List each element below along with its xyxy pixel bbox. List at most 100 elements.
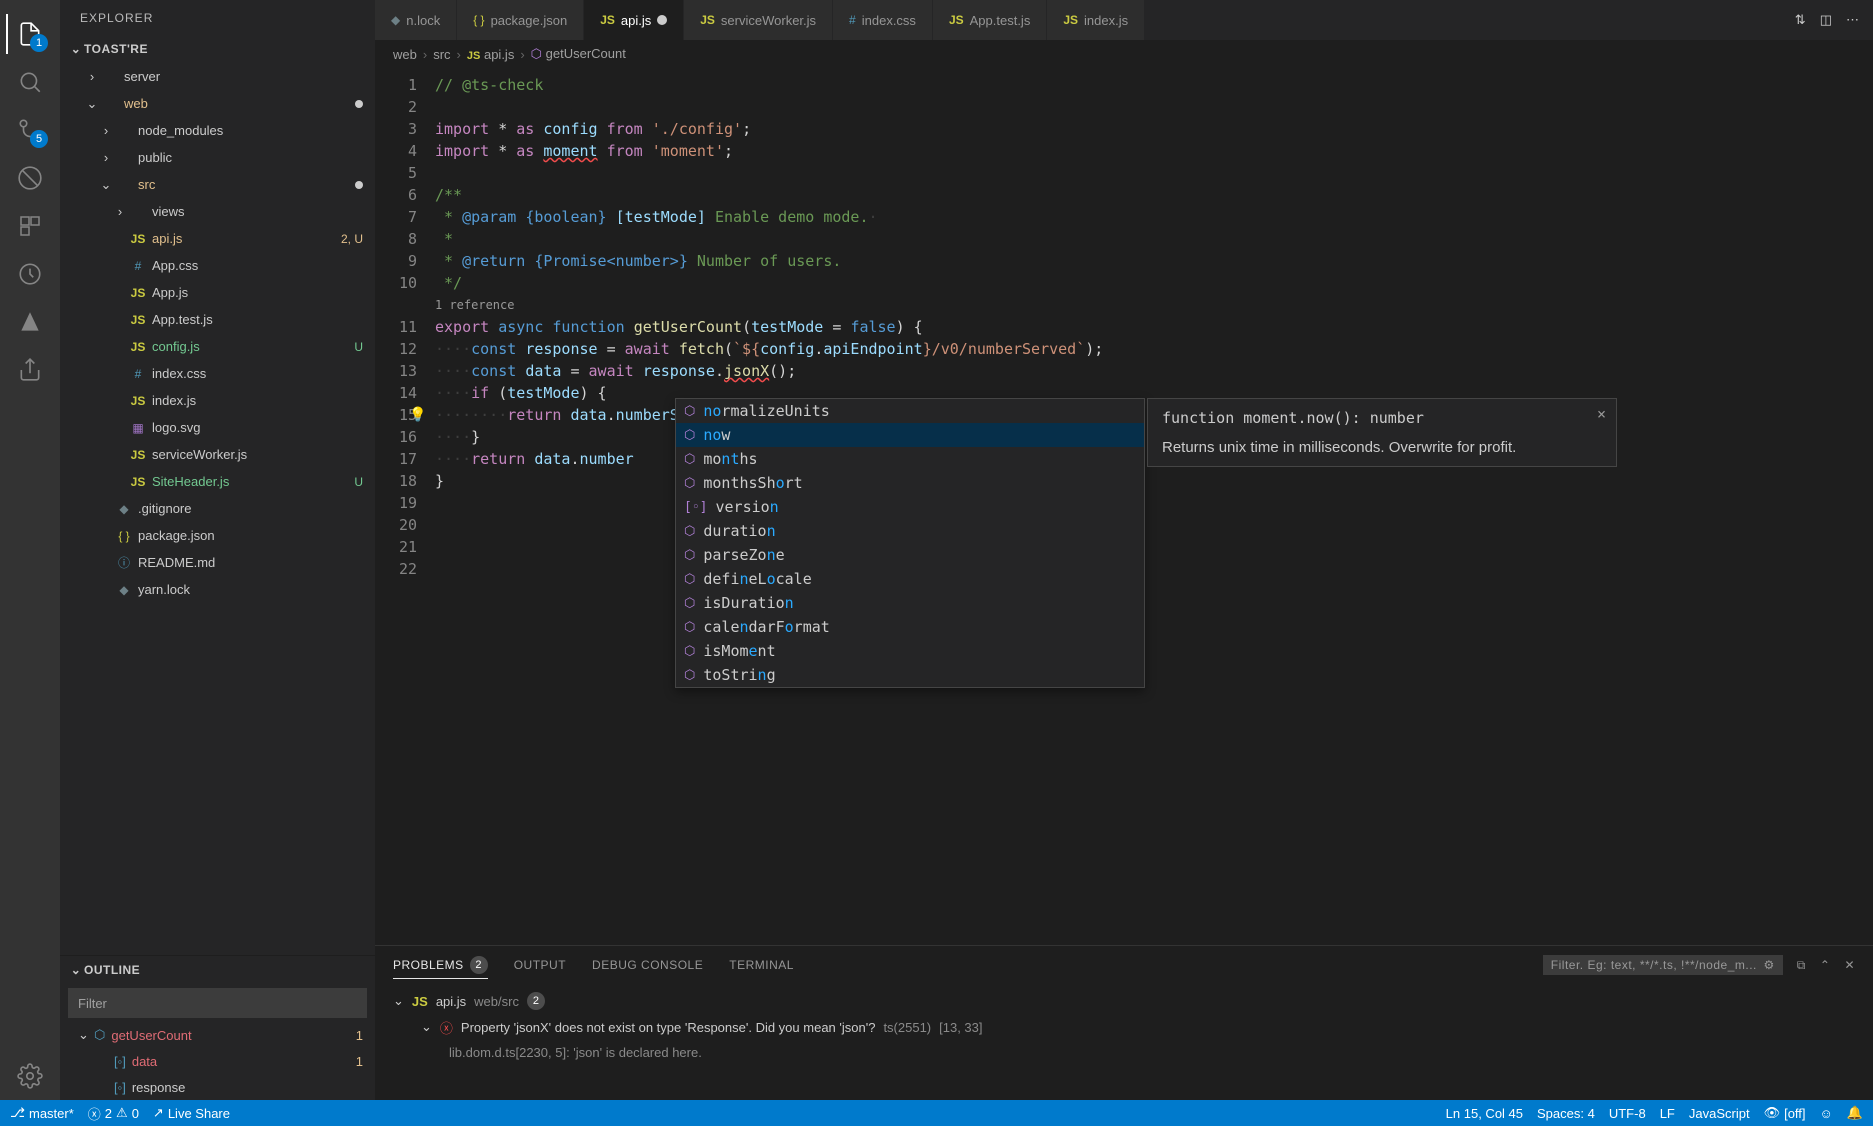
suggest-widget[interactable]: ⬡normalizeUnits⬡now⬡months⬡monthsShort[◦… bbox=[675, 398, 1145, 688]
suggest-isMoment[interactable]: ⬡isMoment bbox=[676, 639, 1144, 663]
status-language[interactable]: JavaScript bbox=[1689, 1106, 1750, 1121]
outline-filter[interactable]: Filter bbox=[68, 988, 367, 1018]
problem-related[interactable]: lib.dom.d.ts[2230, 5]: 'json' is declare… bbox=[393, 1040, 1855, 1064]
live-share-icon[interactable] bbox=[6, 346, 54, 394]
suggest-doc: × function moment.now(): number Returns … bbox=[1147, 398, 1617, 467]
tree-item-public[interactable]: ›public bbox=[60, 144, 375, 171]
problem-item[interactable]: ⌄ ⓧ Property 'jsonX' does not exist on t… bbox=[393, 1014, 1855, 1040]
code-content[interactable]: // @ts-checkimport * as config from './c… bbox=[435, 68, 1873, 945]
panel-tab-debug[interactable]: DEBUG CONSOLE bbox=[592, 958, 703, 972]
close-panel-icon[interactable]: ✕ bbox=[1844, 958, 1855, 972]
suggest-now[interactable]: ⬡now bbox=[676, 423, 1144, 447]
suggest-monthsShort[interactable]: ⬡monthsShort bbox=[676, 471, 1144, 495]
scm-icon[interactable]: 5 bbox=[6, 106, 54, 154]
tab-index-css[interactable]: #index.css bbox=[833, 0, 933, 40]
compare-icon[interactable]: ⇅ bbox=[1795, 12, 1806, 28]
explorer-icon[interactable]: 1 bbox=[6, 10, 54, 58]
explorer-badge: 1 bbox=[30, 34, 48, 52]
remote-icon[interactable] bbox=[6, 250, 54, 298]
tab-index-js[interactable]: JSindex.js bbox=[1047, 0, 1145, 40]
explorer-section-header[interactable]: ⌄ TOAST'RE bbox=[60, 35, 375, 63]
tree-item-README-md[interactable]: ⓘREADME.md bbox=[60, 549, 375, 576]
status-live-share[interactable]: ↗ Live Share bbox=[153, 1105, 230, 1121]
file-tree: ›server⌄web›node_modules›public⌄src›view… bbox=[60, 63, 375, 955]
suggest-calendarFormat[interactable]: ⬡calendarFormat bbox=[676, 615, 1144, 639]
status-errors[interactable]: ⓧ 2 ⚠ 0 bbox=[88, 1104, 139, 1123]
tree-item-serviceWorker-js[interactable]: JSserviceWorker.js bbox=[60, 441, 375, 468]
tree-item-views[interactable]: ›views bbox=[60, 198, 375, 225]
settings-gear-icon[interactable] bbox=[6, 1052, 54, 1100]
status-encoding[interactable]: UTF-8 bbox=[1609, 1106, 1646, 1121]
outline-tree: ⌄⬡getUserCount1[◦]data1[◦]response bbox=[60, 1022, 375, 1100]
problems-filter[interactable]: Filter. Eg: text, **/*.ts, !**/node_m...… bbox=[1543, 955, 1783, 975]
gutter: 12345678910 111213141516171819202122 bbox=[375, 68, 435, 945]
status-smiley-icon[interactable]: ☺ bbox=[1820, 1106, 1833, 1121]
search-icon[interactable] bbox=[6, 58, 54, 106]
tree-item-yarn-lock[interactable]: ◆yarn.lock bbox=[60, 576, 375, 603]
outline-item-data[interactable]: [◦]data1 bbox=[60, 1048, 375, 1074]
lightbulb-icon[interactable]: 💡 bbox=[409, 404, 426, 426]
tree-item-index-js[interactable]: JSindex.js bbox=[60, 387, 375, 414]
suggest-parseZone[interactable]: ⬡parseZone bbox=[676, 543, 1144, 567]
panel-tab-problems[interactable]: PROBLEMS 2 bbox=[393, 956, 488, 979]
status-bell-icon[interactable]: 🔔 bbox=[1847, 1105, 1863, 1121]
suggest-defineLocale[interactable]: ⬡defineLocale bbox=[676, 567, 1144, 591]
status-eol[interactable]: LF bbox=[1660, 1106, 1675, 1121]
chevron-up-icon[interactable]: ⌃ bbox=[1820, 958, 1831, 972]
tab-n-lock[interactable]: ◆n.lock bbox=[375, 0, 457, 40]
close-icon[interactable]: × bbox=[1597, 405, 1606, 423]
status-feedback[interactable]: 👁 [off] bbox=[1764, 1105, 1806, 1121]
scm-badge: 5 bbox=[30, 130, 48, 148]
suggest-normalizeUnits[interactable]: ⬡normalizeUnits bbox=[676, 399, 1144, 423]
debug-icon[interactable] bbox=[6, 154, 54, 202]
activity-bar: 1 5 bbox=[0, 0, 60, 1100]
tree-item-src[interactable]: ⌄src bbox=[60, 171, 375, 198]
outline-item-getUserCount[interactable]: ⌄⬡getUserCount1 bbox=[60, 1022, 375, 1048]
problem-file-row[interactable]: ⌄ JS api.js web/src 2 bbox=[393, 988, 1855, 1014]
tree-item-App-js[interactable]: JSApp.js bbox=[60, 279, 375, 306]
suggest-isDuration[interactable]: ⬡isDuration bbox=[676, 591, 1144, 615]
tree-item-server[interactable]: ›server bbox=[60, 63, 375, 90]
editor-tabs: ◆n.lock{ }package.jsonJSapi.jsJSserviceW… bbox=[375, 0, 1873, 40]
status-bar: ⎇ master* ⓧ 2 ⚠ 0 ↗ Live Share Ln 15, Co… bbox=[0, 1100, 1873, 1126]
tree-item-api-js[interactable]: JSapi.js2, U bbox=[60, 225, 375, 252]
tree-item-logo-svg[interactable]: ▦logo.svg bbox=[60, 414, 375, 441]
suggest-version[interactable]: [◦]version bbox=[676, 495, 1144, 519]
tree-item-config-js[interactable]: JSconfig.jsU bbox=[60, 333, 375, 360]
doc-signature: function moment.now(): number bbox=[1162, 409, 1602, 427]
bottom-panel: PROBLEMS 2 OUTPUT DEBUG CONSOLE TERMINAL… bbox=[375, 945, 1873, 1100]
tree-item-App-test-js[interactable]: JSApp.test.js bbox=[60, 306, 375, 333]
filter-settings-icon[interactable]: ⚙ bbox=[1764, 958, 1775, 972]
tab-package-json[interactable]: { }package.json bbox=[457, 0, 584, 40]
sidebar: EXPLORER ⌄ TOAST'RE ›server⌄web›node_mod… bbox=[60, 0, 375, 1100]
tree-item-App-css[interactable]: #App.css bbox=[60, 252, 375, 279]
azure-icon[interactable] bbox=[6, 298, 54, 346]
tab-api-js[interactable]: JSapi.js bbox=[584, 0, 684, 40]
editor-body[interactable]: 12345678910 111213141516171819202122 // … bbox=[375, 68, 1873, 945]
editor-area: ◆n.lock{ }package.jsonJSapi.jsJSserviceW… bbox=[375, 0, 1873, 1100]
tree-item-web[interactable]: ⌄web bbox=[60, 90, 375, 117]
tab-serviceWorker-js[interactable]: JSserviceWorker.js bbox=[684, 0, 833, 40]
suggest-duration[interactable]: ⬡duration bbox=[676, 519, 1144, 543]
status-cursor-pos[interactable]: Ln 15, Col 45 bbox=[1446, 1106, 1523, 1121]
breadcrumb[interactable]: web›src›JS api.js›⬡ getUserCount bbox=[375, 40, 1873, 68]
panel-tab-terminal[interactable]: TERMINAL bbox=[729, 958, 794, 972]
tree-item-SiteHeader-js[interactable]: JSSiteHeader.jsU bbox=[60, 468, 375, 495]
collapse-all-icon[interactable]: ⧉ bbox=[1797, 958, 1806, 973]
problems-list: ⌄ JS api.js web/src 2 ⌄ ⓧ Property 'json… bbox=[375, 984, 1873, 1100]
suggest-months[interactable]: ⬡months bbox=[676, 447, 1144, 471]
tab-App-test-js[interactable]: JSApp.test.js bbox=[933, 0, 1047, 40]
tree-item-package-json[interactable]: { }package.json bbox=[60, 522, 375, 549]
tree-item-index-css[interactable]: #index.css bbox=[60, 360, 375, 387]
outline-section-header[interactable]: ⌄ OUTLINE bbox=[60, 956, 375, 984]
split-editor-icon[interactable]: ◫ bbox=[1820, 12, 1832, 28]
status-indent[interactable]: Spaces: 4 bbox=[1537, 1106, 1595, 1121]
extensions-icon[interactable] bbox=[6, 202, 54, 250]
tree-item-node_modules[interactable]: ›node_modules bbox=[60, 117, 375, 144]
status-branch[interactable]: ⎇ master* bbox=[10, 1105, 74, 1121]
more-icon[interactable]: ⋯ bbox=[1846, 12, 1859, 28]
panel-tab-output[interactable]: OUTPUT bbox=[514, 958, 566, 972]
outline-item-response[interactable]: [◦]response bbox=[60, 1074, 375, 1100]
suggest-toString[interactable]: ⬡toString bbox=[676, 663, 1144, 687]
tree-item--gitignore[interactable]: ◆.gitignore bbox=[60, 495, 375, 522]
